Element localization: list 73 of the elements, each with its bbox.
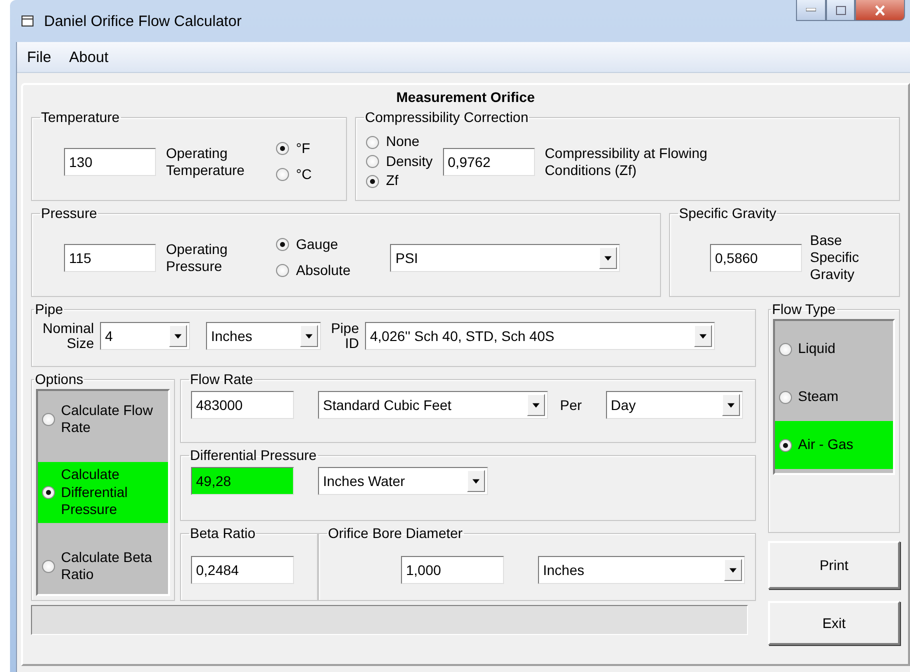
field-caption: Base Specific Gravity xyxy=(810,232,860,283)
radio-icon[interactable] xyxy=(276,238,289,252)
group-label: Options xyxy=(34,371,84,387)
app-icon xyxy=(20,13,36,29)
group-label: Flow Rate xyxy=(189,371,254,387)
size-dropdown[interactable]: 4 xyxy=(100,322,190,350)
minimize-icon xyxy=(806,8,816,12)
push-button[interactable]: Print xyxy=(768,541,900,589)
radio-option[interactable]: Density xyxy=(366,152,433,170)
group-label: Compressibility Correction xyxy=(364,109,530,125)
radio-option[interactable]: °F xyxy=(276,140,312,158)
close-button[interactable] xyxy=(855,0,905,21)
window-title: Daniel Orifice Flow Calculator xyxy=(44,12,243,30)
radio-icon[interactable] xyxy=(779,342,792,356)
group-label: Specific Gravity xyxy=(678,205,778,221)
field-caption: Nominal Size xyxy=(42,321,94,352)
bore-diameter-field[interactable]: 1,000 xyxy=(401,556,504,584)
unit-dropdown[interactable]: Inches xyxy=(206,322,321,350)
menu-item[interactable]: File xyxy=(21,46,58,68)
field-caption: Operating Pressure xyxy=(166,240,228,274)
radio-option[interactable]: Calculate Differential Pressure xyxy=(38,462,168,523)
radio-icon[interactable] xyxy=(276,264,289,277)
maximize-icon xyxy=(836,6,846,14)
period-dropdown[interactable]: Day xyxy=(606,391,743,419)
radio-icon[interactable] xyxy=(779,390,792,404)
field-caption: Pipe ID xyxy=(330,321,359,352)
radio-option[interactable]: Zf xyxy=(366,172,433,190)
radio-icon[interactable] xyxy=(42,560,55,572)
group-label: Beta Ratio xyxy=(189,525,256,541)
close-icon xyxy=(874,4,886,16)
minimize-button[interactable] xyxy=(796,0,826,21)
radio-option[interactable]: Steam xyxy=(775,373,893,421)
group-label: Flow Type xyxy=(771,301,837,317)
radio-option[interactable]: Liquid xyxy=(775,325,893,373)
radio-option[interactable]: Gauge xyxy=(276,236,350,254)
field-caption: Operating Temperature xyxy=(166,144,246,178)
menu-item[interactable]: About xyxy=(63,46,114,68)
radio-option[interactable]: Absolute xyxy=(276,262,350,279)
radio-icon[interactable] xyxy=(366,136,379,148)
specific-gravity-field[interactable]: 0,5860 xyxy=(710,244,802,272)
radio-option[interactable]: °C xyxy=(276,166,312,183)
radio-option[interactable]: None xyxy=(366,133,433,151)
unit-dropdown[interactable]: Inches xyxy=(538,556,745,584)
radio-option[interactable]: Calculate Flow Rate xyxy=(38,395,168,443)
radio-icon[interactable] xyxy=(366,174,379,188)
radio-icon[interactable] xyxy=(276,168,289,181)
group-label: Pressure xyxy=(40,205,98,221)
push-button[interactable]: Exit xyxy=(768,601,900,645)
radio-icon[interactable] xyxy=(42,412,55,426)
flow-rate-field[interactable]: 483000 xyxy=(191,391,294,419)
pipe-id-dropdown[interactable]: 4,026'' Sch 40, STD, Sch 40S xyxy=(365,322,715,350)
group-label: Temperature xyxy=(40,109,121,125)
group-label: Pipe xyxy=(34,301,64,317)
pressure-field[interactable]: 115 xyxy=(64,244,156,272)
field-caption: Per xyxy=(560,396,582,414)
group-label: Differential Pressure xyxy=(189,447,318,463)
group-label: Orifice Bore Diameter xyxy=(327,525,464,541)
radio-option[interactable]: Calculate Beta Ratio xyxy=(38,542,168,590)
radio-icon[interactable] xyxy=(366,155,379,168)
radio-icon[interactable] xyxy=(779,438,792,452)
radio-icon[interactable] xyxy=(276,142,289,156)
panel-heading: Measurement Orifice xyxy=(395,88,536,105)
unit-dropdown[interactable]: Inches Water xyxy=(318,467,488,495)
differential-pressure-field[interactable]: 49,28 xyxy=(191,467,294,495)
unit-dropdown[interactable]: PSI xyxy=(390,244,620,272)
radio-icon[interactable] xyxy=(42,486,55,499)
temperature-field[interactable]: 130 xyxy=(64,148,156,176)
field-caption: Compressibility at Flowing Conditions (Zf) xyxy=(544,144,708,178)
maximize-button[interactable] xyxy=(826,0,855,21)
compressibility-field[interactable]: 0,9762 xyxy=(442,148,535,176)
radio-option[interactable]: Air - Gas xyxy=(775,421,893,469)
unit-dropdown[interactable]: Standard Cubic Feet xyxy=(318,391,548,419)
beta-ratio-field[interactable]: 0,2484 xyxy=(191,556,294,584)
